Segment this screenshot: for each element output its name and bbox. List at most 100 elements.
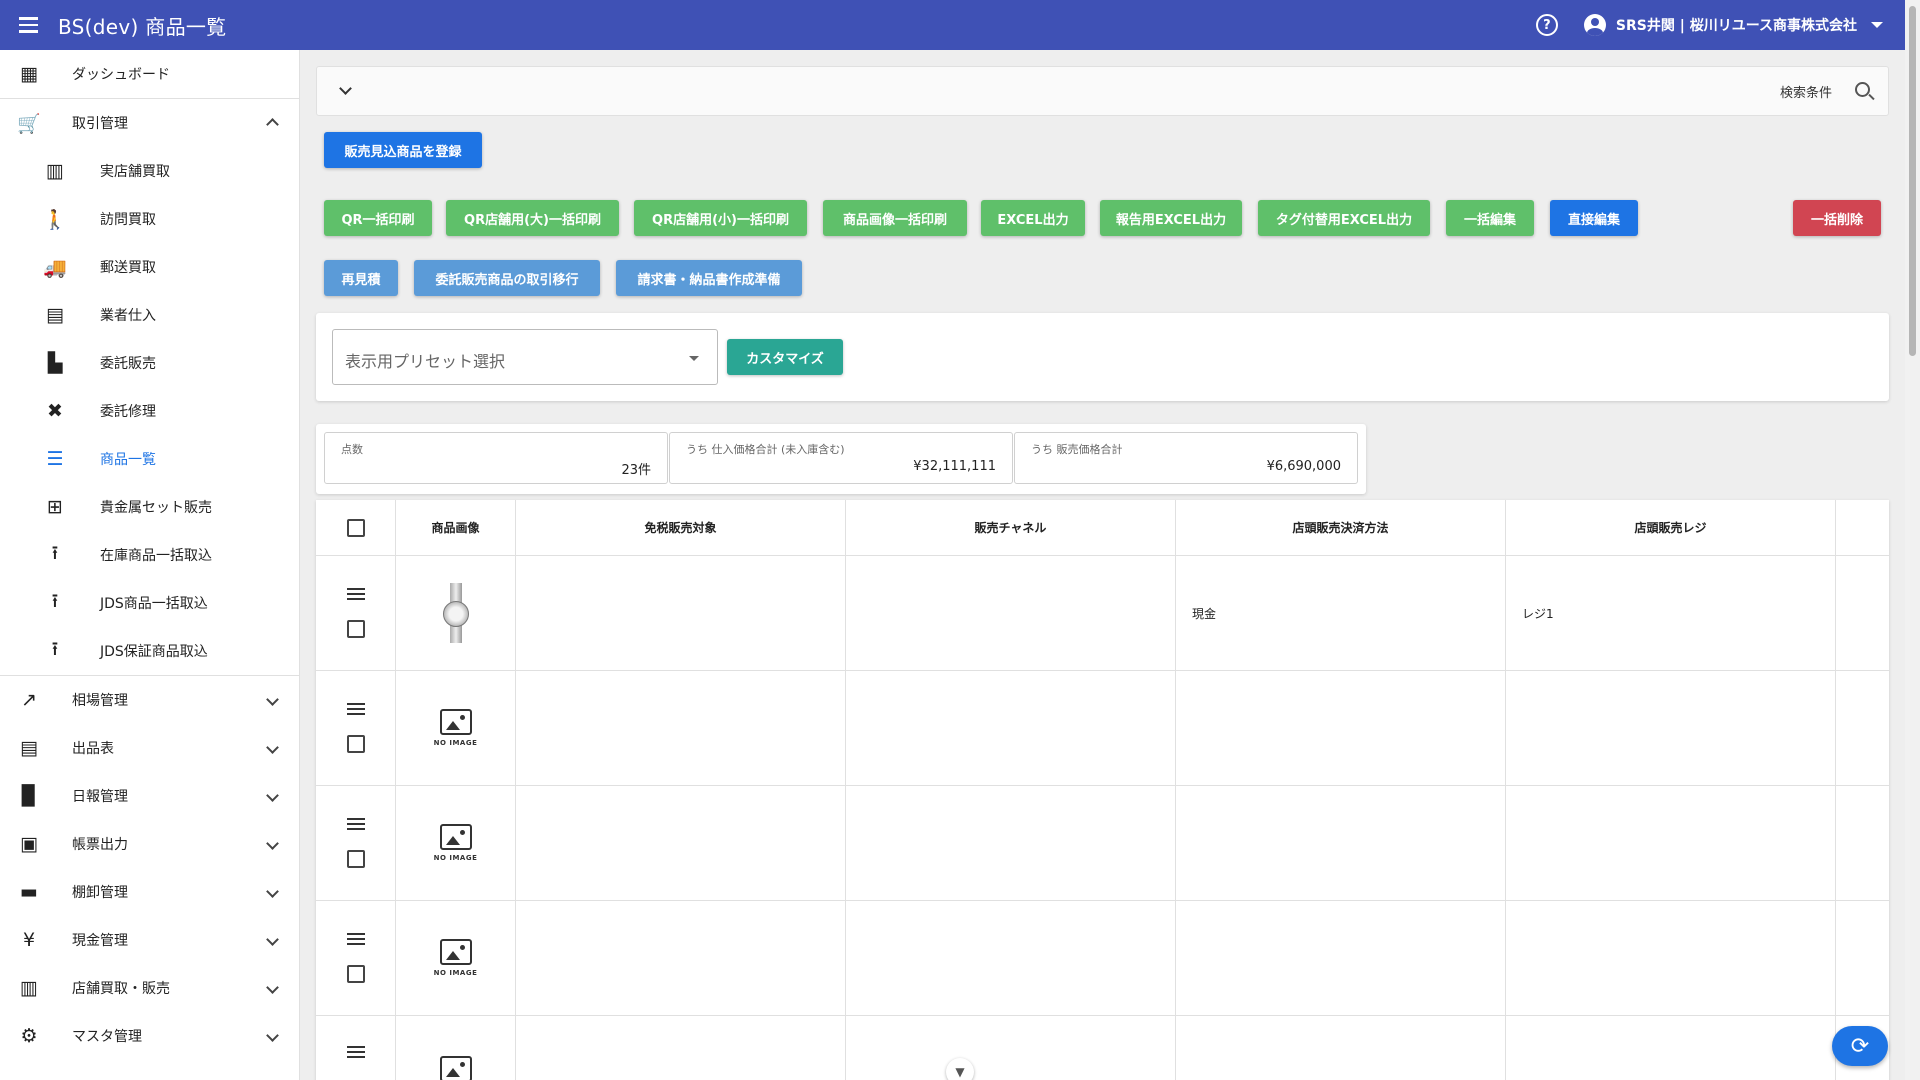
sidebar-item-jds-warranty-import[interactable]: ⭱ JDS保証商品取込 bbox=[0, 627, 299, 675]
column-header[interactable]: 免税販売対象 bbox=[516, 500, 846, 556]
menu-icon[interactable] bbox=[16, 12, 42, 38]
sidebar-item-stock-import[interactable]: ⭱ 在庫商品一括取込 bbox=[0, 531, 299, 579]
gear-icon: ⚙ bbox=[20, 1025, 38, 1047]
sidebar-item-market-price[interactable]: ↗ 相場管理 bbox=[0, 676, 299, 724]
refresh-button[interactable]: ⟳ bbox=[1832, 1026, 1888, 1066]
document-icon: ▉ bbox=[21, 785, 37, 807]
tax-free-cell bbox=[516, 671, 846, 786]
sidebar-item-label: 相場管理 bbox=[72, 693, 128, 709]
bulk-delete-button[interactable]: 一括削除 bbox=[1793, 200, 1881, 236]
direct-edit-button[interactable]: 直接編集 bbox=[1550, 200, 1638, 236]
customize-button[interactable]: カスタマイズ bbox=[727, 339, 843, 375]
image-cell[interactable] bbox=[396, 1016, 516, 1080]
register-cell bbox=[1506, 671, 1836, 786]
chevron-down-icon[interactable] bbox=[339, 82, 352, 95]
sidebar-item-label: 商品一覧 bbox=[100, 452, 156, 468]
sidebar-item-consignment-repair[interactable]: ✖ 委託修理 bbox=[0, 387, 299, 435]
sidebar-item-visit-purchase[interactable]: 🚶 訪問買取 bbox=[0, 195, 299, 243]
stat-purchase-total: うち 仕入価格合計 (未入庫含む) ¥32,111,111 bbox=[669, 432, 1013, 484]
sidebar-item-label: 店舗買取・販売 bbox=[72, 981, 170, 997]
row-checkbox[interactable] bbox=[346, 620, 365, 638]
sidebar-item-label: JDS保証商品取込 bbox=[100, 644, 208, 660]
image-bulk-print-button[interactable]: 商品画像一括印刷 bbox=[823, 200, 967, 236]
drag-handle-icon[interactable] bbox=[346, 703, 365, 715]
drag-handle-icon[interactable] bbox=[346, 933, 365, 945]
row-checkbox[interactable] bbox=[346, 965, 365, 983]
preset-select[interactable]: 表示用プリセット選択 bbox=[332, 329, 718, 385]
sidebar-item-product-list[interactable]: ☰ 商品一覧 bbox=[0, 435, 299, 483]
search-icon[interactable] bbox=[1855, 82, 1870, 97]
scroll-down-icon[interactable]: ▼ bbox=[946, 1058, 974, 1080]
store-icon: ▥ bbox=[46, 160, 64, 182]
sidebar-item-dashboard[interactable]: ▦ ダッシュボード bbox=[0, 50, 299, 98]
column-header[interactable]: 店頭販売レジ bbox=[1506, 500, 1836, 556]
grid-icon: ⊞ bbox=[47, 496, 63, 518]
extra-cell bbox=[1836, 671, 1889, 786]
preset-placeholder: 表示用プリセット選択 bbox=[345, 352, 506, 371]
report-excel-button[interactable]: 報告用EXCEL出力 bbox=[1100, 200, 1242, 236]
row-checkbox[interactable] bbox=[346, 850, 365, 868]
search-conditions-label[interactable]: 検索条件 bbox=[1780, 82, 1832, 101]
sidebar-item-mail-purchase[interactable]: 🚚 郵送買取 bbox=[0, 243, 299, 291]
qr-bulk-print-button[interactable]: QR一括印刷 bbox=[324, 200, 432, 236]
building-icon: ▤ bbox=[46, 304, 64, 326]
select-all-cell bbox=[316, 500, 396, 556]
help-icon[interactable]: ? bbox=[1535, 14, 1558, 36]
product-watch-image[interactable] bbox=[441, 583, 471, 643]
image-cell[interactable] bbox=[396, 556, 516, 671]
drag-handle-icon[interactable] bbox=[346, 818, 365, 830]
drag-handle-icon[interactable] bbox=[346, 588, 365, 600]
table-row bbox=[316, 901, 396, 1016]
sidebar-item-label: 委託修理 bbox=[100, 404, 156, 420]
sidebar-item-listing[interactable]: ▤ 出品表 bbox=[0, 724, 299, 772]
sidebar-item-vendor-purchase[interactable]: ▤ 業者仕入 bbox=[0, 291, 299, 339]
image-cell[interactable]: NO IMAGE bbox=[396, 671, 516, 786]
sidebar-item-transactions[interactable]: 🛒 取引管理 bbox=[0, 99, 299, 147]
drag-handle-icon[interactable] bbox=[346, 1046, 365, 1058]
app-bar: BS(dev) 商品一覧 ? SRS井関 | 桜川リユース商事株式会社 bbox=[0, 0, 1905, 50]
image-cell[interactable]: NO IMAGE bbox=[396, 786, 516, 901]
tag-excel-button[interactable]: タグ付替用EXCEL出力 bbox=[1258, 200, 1430, 236]
bulk-edit-button[interactable]: 一括編集 bbox=[1446, 200, 1534, 236]
list-icon: ☰ bbox=[46, 448, 64, 470]
sidebar-item-forms-output[interactable]: ▣ 帳票出力 bbox=[0, 820, 299, 868]
page-scrollbar[interactable] bbox=[1905, 0, 1920, 1080]
column-header[interactable]: 店頭販売決済方法 bbox=[1176, 500, 1506, 556]
requote-button[interactable]: 再見積 bbox=[324, 260, 398, 296]
qr-large-print-button[interactable]: QR店舗用(大)一括印刷 bbox=[446, 200, 619, 236]
sidebar-item-cash[interactable]: ¥ 現金管理 bbox=[0, 916, 299, 964]
register-forecast-button[interactable]: 販売見込商品を登録 bbox=[324, 132, 482, 168]
sidebar-item-precious-metal-set[interactable]: ⊞ 貴金属セット販売 bbox=[0, 483, 299, 531]
row-checkbox[interactable] bbox=[346, 735, 365, 753]
qr-small-print-button[interactable]: QR店舗用(小)一括印刷 bbox=[634, 200, 807, 236]
consign-transfer-button[interactable]: 委託販売商品の取引移行 bbox=[414, 260, 600, 296]
sidebar-item-store-trade[interactable]: ▥ 店舗買取・販売 bbox=[0, 964, 299, 1012]
cart-icon: 🛒 bbox=[17, 112, 41, 135]
invoice-prep-button[interactable]: 請求書・納品書作成準備 bbox=[616, 260, 802, 296]
sidebar-item-consignment-sales[interactable]: ▙ 委託販売 bbox=[0, 339, 299, 387]
sidebar-item-label: 実店舗買取 bbox=[100, 164, 170, 180]
user-menu-caret-icon[interactable] bbox=[1871, 22, 1883, 28]
user-name[interactable]: SRS井関 | 桜川リユース商事株式会社 bbox=[1616, 15, 1857, 35]
search-panel[interactable]: 検索条件 bbox=[316, 66, 1889, 116]
excel-export-button[interactable]: EXCEL出力 bbox=[981, 200, 1085, 236]
column-header[interactable]: 商品画像 bbox=[396, 500, 516, 556]
image-cell[interactable]: NO IMAGE bbox=[396, 901, 516, 1016]
sidebar-item-jds-import[interactable]: ⭱ JDS商品一括取込 bbox=[0, 579, 299, 627]
tax-free-cell bbox=[516, 1016, 846, 1080]
dashboard-icon: ▦ bbox=[20, 63, 38, 85]
register-cell bbox=[1506, 901, 1836, 1016]
scrollbar-thumb[interactable] bbox=[1909, 6, 1916, 356]
sidebar-item-master[interactable]: ⚙ マスタ管理 bbox=[0, 1012, 299, 1060]
table-row bbox=[316, 556, 396, 671]
select-all-checkbox[interactable] bbox=[346, 518, 365, 537]
sidebar-item-store-purchase[interactable]: ▥ 実店舗買取 bbox=[0, 147, 299, 195]
no-image-icon bbox=[439, 709, 472, 735]
account-icon[interactable] bbox=[1583, 14, 1606, 36]
sidebar-item-daily-report[interactable]: ▉ 日報管理 bbox=[0, 772, 299, 820]
table-row bbox=[316, 786, 396, 901]
table-row bbox=[316, 1016, 396, 1080]
dropdown-arrow-icon bbox=[689, 356, 699, 361]
column-header[interactable]: 販売チャネル bbox=[846, 500, 1176, 556]
sidebar-item-inventory[interactable]: ▬ 棚卸管理 bbox=[0, 868, 299, 916]
